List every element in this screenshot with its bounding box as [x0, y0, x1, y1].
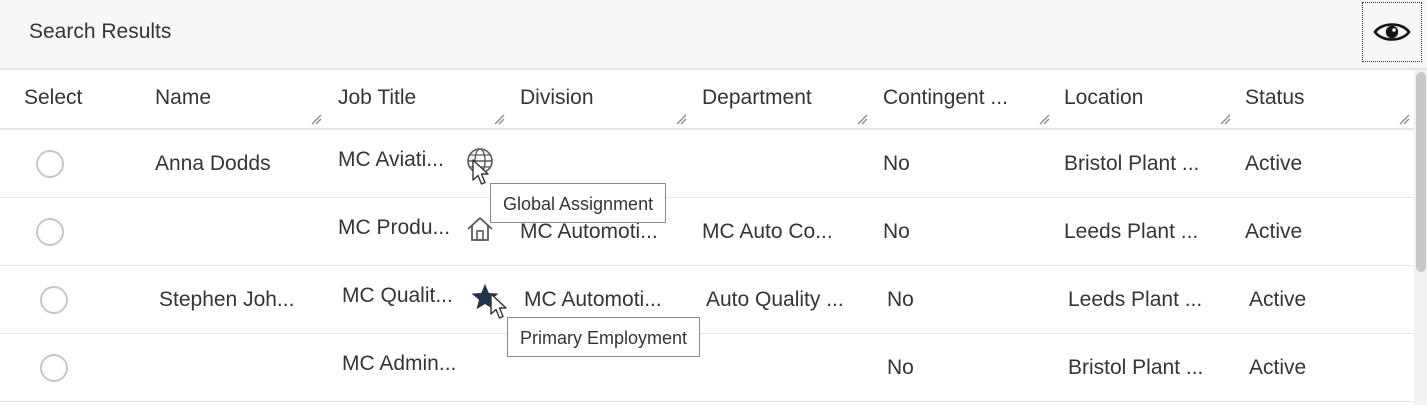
row-select-radio[interactable]: [40, 286, 68, 314]
mouse-cursor-icon: [490, 293, 507, 319]
row-select-radio[interactable]: [40, 354, 68, 382]
column-header-name[interactable]: Name: [133, 70, 326, 128]
status: Active: [1245, 152, 1303, 175]
job-title: MC Qualit...: [342, 284, 453, 307]
row-select-radio[interactable]: [36, 150, 64, 178]
column-header-label: Department: [702, 86, 812, 109]
primary-employment-tooltip: Primary Employment: [507, 317, 701, 357]
resize-handle-icon[interactable]: [1220, 114, 1231, 125]
table-row[interactable]: Stephen Joh... MC Qualit... MC Automoti.…: [0, 266, 1414, 334]
column-header-label: Status: [1245, 86, 1305, 109]
contingent-value: No: [887, 356, 914, 379]
resize-handle-icon[interactable]: [1039, 114, 1050, 125]
column-header-division[interactable]: Division: [509, 70, 691, 128]
location: Leeds Plant ...: [1064, 220, 1199, 243]
resize-handle-icon[interactable]: [676, 114, 687, 125]
table-row[interactable]: MC Produ... MC Automoti... MC Auto Co...…: [0, 198, 1414, 266]
job-title: MC Aviati...: [338, 148, 444, 171]
column-header-label: Contingent ...: [883, 86, 1008, 109]
employee-name: Stephen Joh...: [159, 288, 295, 311]
contingent-value: No: [883, 220, 910, 243]
page-title: Search Results: [29, 20, 172, 43]
status: Active: [1245, 220, 1303, 243]
table-header-row: Select Name Job Title Division Departmen…: [0, 70, 1414, 130]
column-header-select[interactable]: Select: [0, 70, 133, 128]
resize-handle-icon[interactable]: [1399, 114, 1410, 125]
division: MC Automoti...: [524, 288, 662, 311]
department: Auto Quality ...: [706, 288, 844, 311]
department: MC Auto Co...: [702, 220, 833, 243]
table-row[interactable]: Anna Dodds MC Aviati... No Bristol Plant…: [0, 130, 1414, 198]
column-header-label: Select: [24, 86, 83, 109]
row-select-radio[interactable]: [36, 218, 64, 246]
mouse-cursor-icon: [472, 159, 489, 185]
eye-icon: [1373, 23, 1411, 41]
location: Leeds Plant ...: [1068, 288, 1203, 311]
view-settings-button[interactable]: [1362, 2, 1422, 62]
job-title: MC Admin...: [342, 352, 457, 375]
table-row[interactable]: MC Admin... No Bristol Plant ... Active: [0, 334, 1414, 402]
column-header-contingent[interactable]: Contingent ...: [872, 70, 1054, 128]
column-header-location[interactable]: Location: [1054, 70, 1235, 128]
results-toolbar: Search Results: [0, 0, 1427, 70]
contingent-value: No: [883, 152, 910, 175]
column-header-status[interactable]: Status: [1235, 70, 1414, 128]
column-header-label: Name: [155, 86, 212, 109]
status: Active: [1249, 356, 1307, 379]
column-header-label: Division: [520, 86, 594, 109]
resize-handle-icon[interactable]: [494, 114, 505, 125]
resize-handle-icon[interactable]: [857, 114, 868, 125]
resize-handle-icon[interactable]: [311, 114, 322, 125]
search-results-panel: Search Results Select Name Job Title Div…: [0, 0, 1427, 405]
global-assignment-tooltip: Global Assignment: [490, 183, 667, 223]
employee-name: Anna Dodds: [155, 152, 271, 175]
location: Bristol Plant ...: [1068, 356, 1204, 379]
column-header-department[interactable]: Department: [691, 70, 872, 128]
status: Active: [1249, 288, 1307, 311]
vertical-scrollbar-thumb[interactable]: [1416, 72, 1426, 272]
location: Bristol Plant ...: [1064, 152, 1200, 175]
contingent-value: No: [887, 288, 914, 311]
job-title: MC Produ...: [338, 216, 451, 239]
column-header-label: Location: [1064, 86, 1144, 109]
column-header-label: Job Title: [338, 86, 417, 109]
column-header-job-title[interactable]: Job Title: [326, 70, 509, 128]
